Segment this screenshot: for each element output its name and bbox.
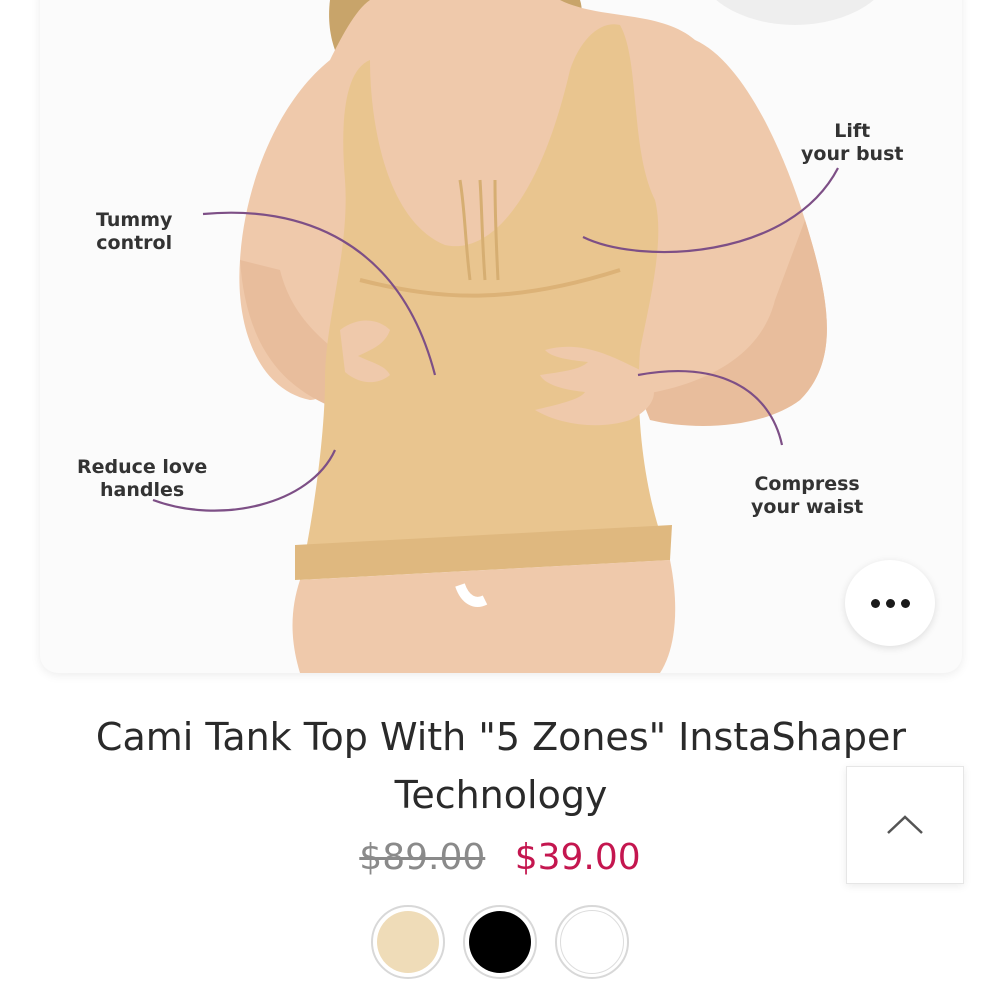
original-price: $89.00 [359, 837, 486, 878]
zone-label-waist: Compress your waist [751, 473, 864, 518]
chevron-up-icon [887, 815, 923, 834]
zone-label-love-handles: Reduce love handles [77, 456, 208, 501]
more-options-button[interactable] [845, 560, 935, 646]
product-title: Cami Tank Top With "5 Zones" InstaShaper… [95, 715, 907, 817]
product-image [152, 0, 874, 673]
product-image-card[interactable]: Lift your bust Tummy control Reduce love… [40, 0, 962, 673]
more-horizontal-icon-dot [900, 598, 910, 608]
swatch-black[interactable] [463, 905, 537, 979]
more-horizontal-icon [870, 598, 880, 608]
zone-label-lift: Lift your bust [801, 120, 904, 165]
swatch-nude[interactable] [371, 905, 445, 979]
sale-price: $39.00 [514, 837, 641, 878]
swatch-white[interactable] [555, 905, 629, 979]
swatch-black-fill [469, 911, 531, 973]
scroll-to-top-button[interactable] [846, 766, 964, 884]
zone-label-tummy: Tummy control [96, 209, 173, 254]
swatch-white-fill [560, 910, 624, 974]
swatch-nude-fill [377, 911, 439, 973]
more-horizontal-icon-dot [885, 598, 895, 608]
color-swatches [0, 905, 1000, 979]
product-page: Lift your bust Tummy control Reduce love… [0, 0, 1000, 1000]
